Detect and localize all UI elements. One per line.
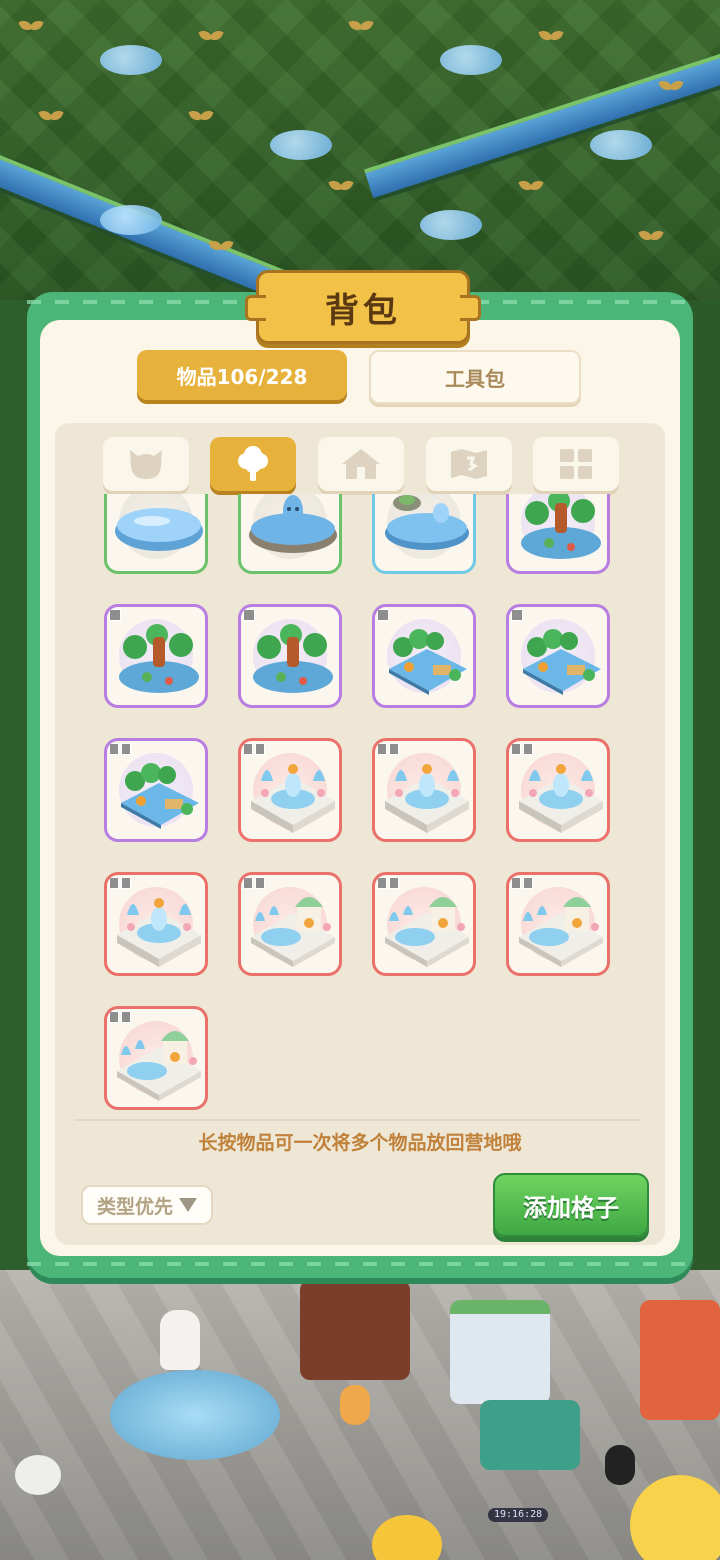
item-slot[interactable] <box>372 738 476 842</box>
item-slot[interactable] <box>506 494 610 574</box>
crop-sprout <box>350 20 372 34</box>
category-creatures[interactable] <box>103 437 189 491</box>
item-fountain-plaza-icon <box>251 764 335 833</box>
fox-character <box>340 1385 370 1425</box>
fountain-building <box>110 1370 280 1460</box>
size-2x2-icon <box>109 743 131 755</box>
item-gazebo-plaza-icon <box>385 897 469 967</box>
size-2x2-icon <box>377 743 399 755</box>
clock-readout: 19:16:28 <box>488 1508 549 1522</box>
item-forest-pond-tower-icon <box>253 624 333 693</box>
item-pond-plain-icon <box>115 508 203 551</box>
item-slot[interactable] <box>372 494 476 574</box>
vending-machine <box>640 1300 720 1420</box>
item-slot[interactable] <box>506 872 610 976</box>
map-pond <box>100 205 162 235</box>
item-slot[interactable] <box>372 872 476 976</box>
crop-sprout <box>540 30 562 44</box>
panel-trim <box>27 1262 693 1266</box>
item-slot[interactable] <box>238 872 342 976</box>
item-pond-rock-bunny-icon <box>385 495 469 550</box>
item-slot[interactable] <box>104 872 208 976</box>
house-icon <box>342 449 380 479</box>
item-gazebo-plaza-icon <box>519 897 603 967</box>
size-2x2-icon <box>243 743 265 755</box>
map-pond <box>440 45 502 75</box>
item-slot[interactable] <box>372 604 476 708</box>
item-slot[interactable] <box>506 738 610 842</box>
item-forest-pond-tower-icon <box>521 494 601 559</box>
panel-title: 背包 <box>325 290 401 331</box>
item-fountain-plaza-icon <box>117 898 201 967</box>
crop-sprout <box>330 180 352 194</box>
size-2x2-icon <box>109 1011 131 1023</box>
divider <box>74 1119 640 1121</box>
item-fountain-plaza-icon <box>385 764 469 833</box>
item-forest-stream-icon <box>389 629 467 695</box>
crop-sprout <box>210 240 232 254</box>
item-slot[interactable] <box>104 1006 208 1110</box>
map-icon <box>451 449 487 479</box>
size-2x2-icon <box>511 877 533 889</box>
market-cart <box>480 1400 580 1470</box>
tree-icon <box>238 446 268 481</box>
crop-sprout <box>20 20 42 34</box>
size-2x2-icon <box>109 877 131 889</box>
item-grid[interactable] <box>55 494 665 1120</box>
item-slot[interactable] <box>238 738 342 842</box>
tab-items[interactable]: 物品106/228 <box>137 350 347 400</box>
crop-sprout <box>660 80 682 94</box>
category-tiles[interactable] <box>533 437 619 491</box>
item-fountain-plaza-icon <box>519 764 603 833</box>
cat-head-icon <box>130 450 162 479</box>
map-pond <box>420 210 482 240</box>
hint-text: 长按物品可一次将多个物品放回营地哦 <box>198 1132 522 1154</box>
size-2x2-icon <box>377 877 399 889</box>
item-slot[interactable] <box>238 604 342 708</box>
title-plaque: 背包 <box>245 270 481 344</box>
item-forest-pond-tower-icon <box>119 624 199 693</box>
size-1x1-icon <box>511 609 523 621</box>
item-slot[interactable] <box>238 494 342 574</box>
item-forest-stream-icon <box>523 629 601 695</box>
category-terrain[interactable] <box>426 437 512 491</box>
size-1x1-icon <box>109 609 121 621</box>
item-pond-bunny-icon <box>249 495 337 553</box>
grid-icon <box>560 449 592 479</box>
villager-character <box>605 1445 635 1485</box>
tab-toolkit[interactable]: 工具包 <box>369 350 581 404</box>
shop-stall <box>300 1280 410 1380</box>
sheep-character <box>15 1455 61 1495</box>
crop-sprout <box>640 230 662 244</box>
item-slot[interactable] <box>104 604 208 708</box>
item-gazebo-plaza-icon <box>251 897 335 967</box>
triangle-down-icon <box>179 1198 197 1212</box>
crop-sprout <box>520 180 542 194</box>
item-forest-stream-icon <box>121 763 199 829</box>
item-slot[interactable] <box>104 494 208 574</box>
size-2x2-icon <box>511 743 533 755</box>
sort-dropdown[interactable]: 类型优先 <box>81 1185 213 1225</box>
booth-building <box>450 1300 550 1404</box>
crop-sprout <box>190 110 212 124</box>
sort-label: 类型优先 <box>96 1195 173 1218</box>
item-slot[interactable] <box>506 604 610 708</box>
item-gazebo-plaza-icon <box>117 1031 201 1101</box>
add-slots-button[interactable]: 添加格子 <box>493 1173 649 1237</box>
map-pond <box>590 130 652 160</box>
item-slot[interactable] <box>104 738 208 842</box>
map-pond <box>270 130 332 160</box>
category-nature[interactable] <box>210 437 296 491</box>
crop-sprout <box>200 30 222 44</box>
cat-statue <box>160 1310 200 1370</box>
size-1x1-icon <box>243 609 255 621</box>
size-2x2-icon <box>243 877 265 889</box>
category-buildings[interactable] <box>318 437 404 491</box>
map-pond <box>100 45 162 75</box>
crop-sprout <box>40 110 62 124</box>
size-1x1-icon <box>377 609 389 621</box>
